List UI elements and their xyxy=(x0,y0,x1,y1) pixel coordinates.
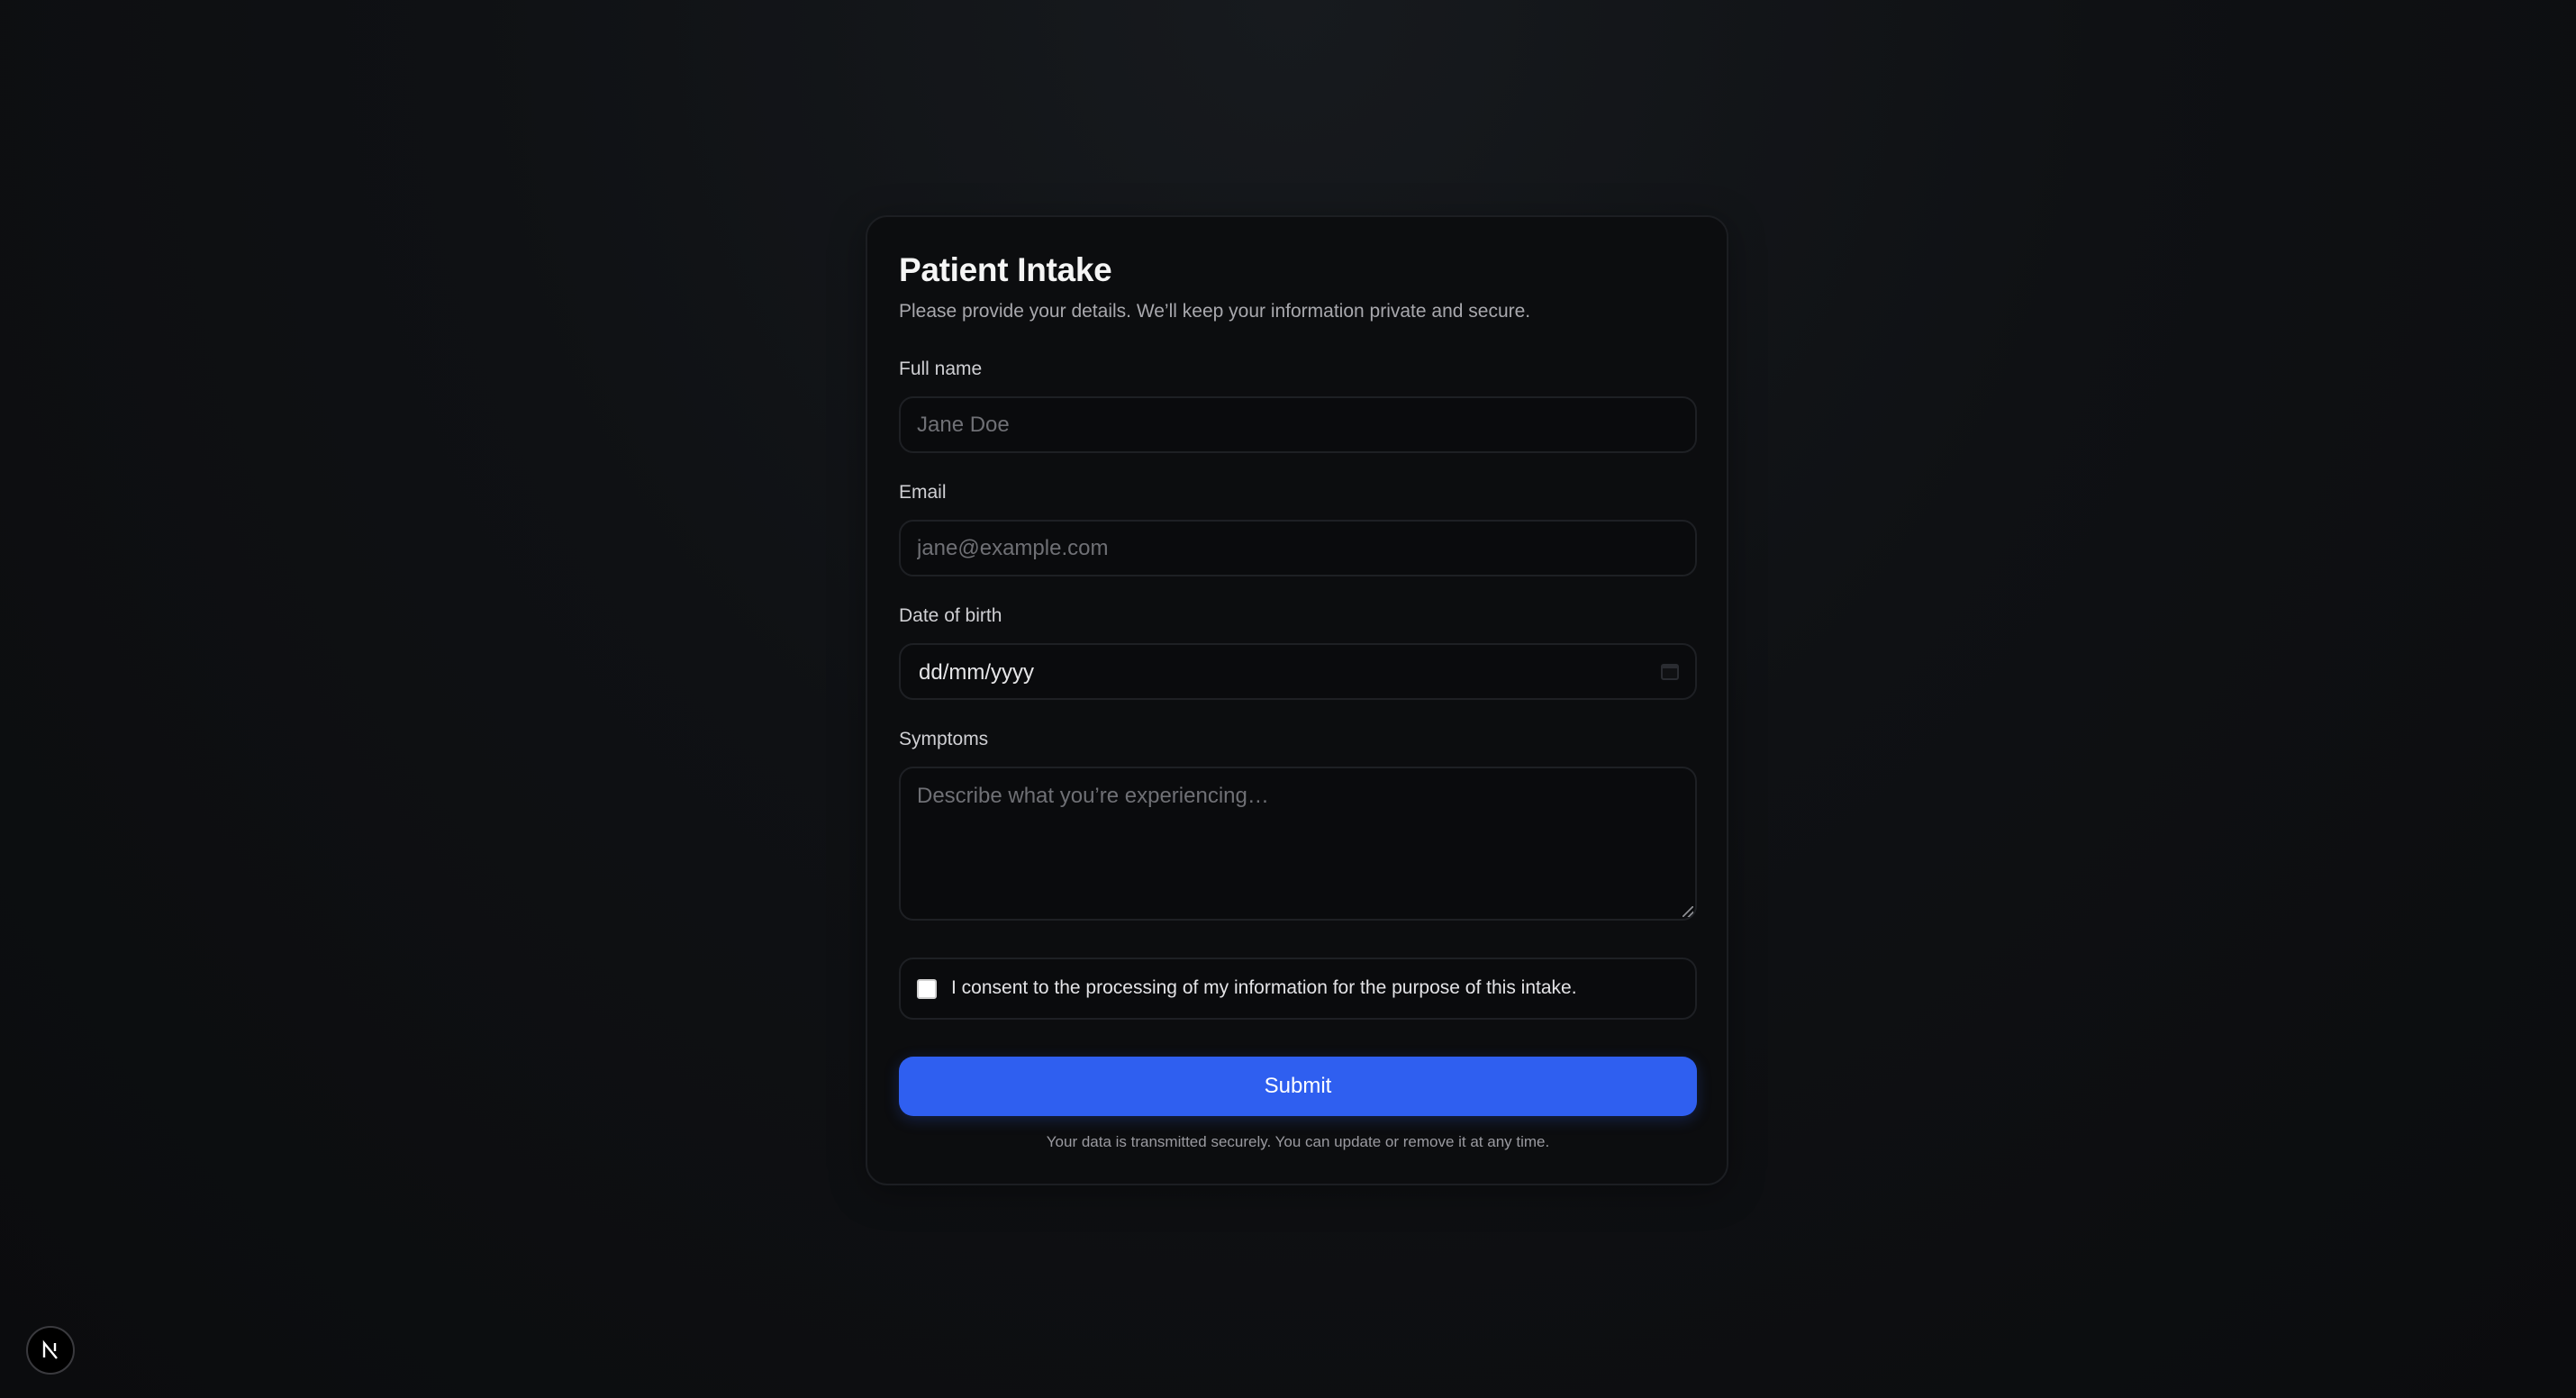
dob-input[interactable]: dd/mm/yyyy xyxy=(899,643,1697,700)
symptoms-wrapper xyxy=(899,767,1697,921)
dob-label: Date of birth xyxy=(899,605,1002,626)
consent-checkbox[interactable] xyxy=(917,979,937,999)
nextjs-logo-icon xyxy=(42,1339,58,1359)
calendar-icon[interactable] xyxy=(1661,664,1679,680)
nextjs-dev-indicator[interactable] xyxy=(26,1326,75,1375)
symptoms-label: Symptoms xyxy=(899,729,989,749)
page-title: Patient Intake xyxy=(899,251,1112,288)
dob-placeholder: dd/mm/yyyy xyxy=(919,660,1035,685)
submit-button[interactable]: Submit xyxy=(899,1057,1697,1116)
resize-handle-icon[interactable] xyxy=(1683,906,1693,917)
full-name-label: Full name xyxy=(899,359,983,379)
consent-row[interactable]: I consent to the processing of my inform… xyxy=(899,958,1697,1020)
full-name-input[interactable] xyxy=(899,396,1697,453)
form-subtitle: Please provide your details. We’ll keep … xyxy=(899,301,1531,322)
intake-form-card: Patient Intake Please provide your detai… xyxy=(866,215,1728,1185)
email-input[interactable] xyxy=(899,520,1697,576)
symptoms-textarea[interactable] xyxy=(899,767,1697,921)
security-footnote: Your data is transmitted securely. You c… xyxy=(1046,1133,1550,1150)
consent-label[interactable]: I consent to the processing of my inform… xyxy=(951,977,1577,999)
email-label: Email xyxy=(899,482,947,503)
